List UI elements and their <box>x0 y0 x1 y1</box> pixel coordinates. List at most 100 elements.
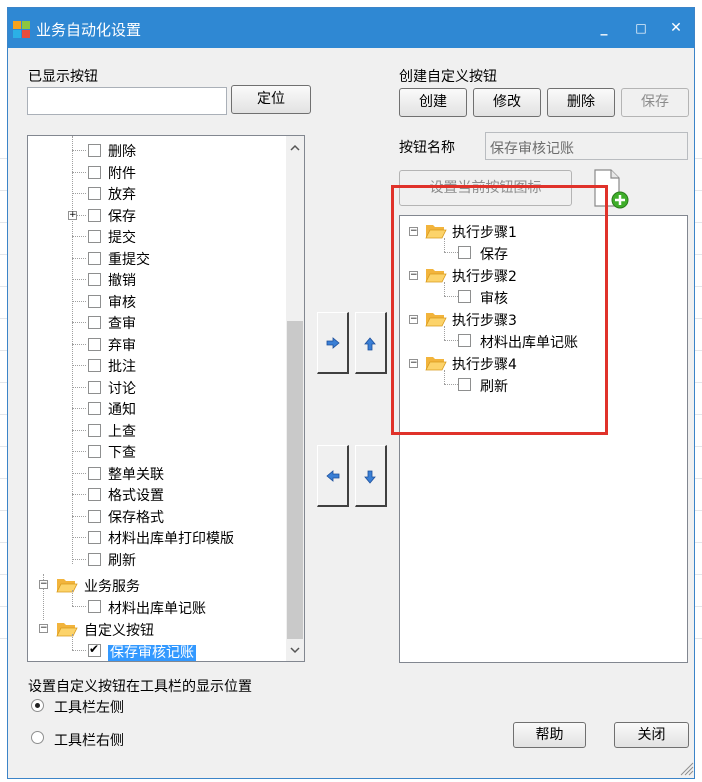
selected-item-label: 保存审核记账 <box>108 645 196 661</box>
checkbox[interactable] <box>88 402 101 415</box>
checkbox[interactable] <box>88 380 101 394</box>
collapse-custom-icon[interactable]: − <box>39 624 48 633</box>
checkbox[interactable] <box>88 187 101 200</box>
radio-left[interactable] <box>31 699 44 712</box>
arrow-right-icon <box>326 337 340 349</box>
title-bar[interactable]: 业务自动化设置 _ □ ✕ <box>8 8 694 48</box>
tree-guide <box>72 386 86 388</box>
tree-item-material-posting[interactable]: 材料出库单记账 <box>108 598 206 619</box>
tree-scrollbar[interactable] <box>286 136 304 661</box>
checkbox[interactable] <box>88 251 101 265</box>
folder-open-icon <box>56 623 78 637</box>
checkbox[interactable] <box>88 466 101 480</box>
position-label: 设置自定义按钮在工具栏的显示位置 <box>28 679 252 695</box>
tree-guide <box>72 558 86 560</box>
arrow-up-icon <box>364 337 376 351</box>
radio-right[interactable] <box>31 731 44 744</box>
tree-guide <box>72 193 86 194</box>
tree-guide <box>72 537 86 538</box>
checkbox[interactable] <box>88 423 101 437</box>
tree-item[interactable]: 讨论 <box>108 378 136 399</box>
tree-item[interactable]: 下查 <box>108 442 136 463</box>
tree-item[interactable]: 通知 <box>108 399 136 420</box>
tree-item[interactable]: 弃审 <box>108 335 136 356</box>
checkbox[interactable] <box>88 337 101 351</box>
modify-button[interactable]: 修改 <box>473 88 541 117</box>
radio-left-label[interactable]: 工具栏左侧 <box>54 697 124 717</box>
tree-item[interactable]: 材料出库单打印模版 <box>108 528 234 549</box>
tree-guide <box>72 634 73 650</box>
move-left-button[interactable] <box>317 445 349 507</box>
checkbox[interactable] <box>88 445 101 458</box>
checkbox[interactable] <box>88 294 101 308</box>
move-down-button[interactable] <box>355 445 387 507</box>
maximize-button[interactable]: □ <box>628 16 654 40</box>
collapse-business-icon[interactable]: − <box>39 580 48 589</box>
shown-buttons-tree[interactable]: 删除 附件 放弃 + 保存 提交 重提交 撤销 审核 查审 弃审 批注 讨论 通知 上查 下查 整单关联 格式设置… <box>27 135 305 662</box>
tree-guide <box>72 408 86 409</box>
scroll-thumb[interactable] <box>287 321 303 639</box>
tree-item[interactable]: 整单关联 <box>108 464 164 485</box>
tree-guide <box>72 322 86 323</box>
radio-right-label[interactable]: 工具栏右侧 <box>54 730 124 750</box>
app-icon <box>13 21 30 38</box>
checkbox[interactable] <box>88 208 101 222</box>
dialog-window: 业务自动化设置 _ □ ✕ 已显示按钮 定位 删除 附件 放弃 + 保存 提交 重提交 撤销审… <box>7 7 695 779</box>
tree-guide <box>72 451 86 452</box>
move-right-button[interactable] <box>317 312 349 374</box>
tree-item[interactable]: 查审 <box>108 313 136 334</box>
checkbox[interactable] <box>88 359 101 372</box>
tree-item[interactable]: 提交 <box>108 227 136 248</box>
checkbox[interactable] <box>88 316 101 329</box>
checkbox[interactable] <box>88 230 101 243</box>
locate-button[interactable]: 定位 <box>231 85 311 114</box>
tree-guide <box>72 365 86 366</box>
tree-item[interactable]: 格式设置 <box>108 485 164 506</box>
folder-open-icon <box>56 579 78 593</box>
move-up-button[interactable] <box>355 312 387 374</box>
button-name-field[interactable]: 保存审核记账 <box>485 132 688 160</box>
tree-guide <box>72 650 86 651</box>
tree-item[interactable]: 保存格式 <box>108 507 164 528</box>
checkbox[interactable] <box>88 165 101 179</box>
tree-item[interactable]: 附件 <box>108 163 136 184</box>
checkbox[interactable] <box>88 531 101 544</box>
tree-item[interactable]: 删除 <box>108 141 136 162</box>
help-button[interactable]: 帮助 <box>513 722 586 748</box>
tree-guide <box>72 590 73 606</box>
expand-icon[interactable]: + <box>68 210 77 220</box>
checkbox[interactable] <box>88 144 101 157</box>
scroll-up-icon[interactable] <box>290 144 300 152</box>
close-button[interactable]: 关闭 <box>614 722 689 748</box>
minimize-button[interactable]: _ <box>591 16 617 40</box>
tree-item-save-review-post[interactable]: 保存审核记账 <box>108 642 196 661</box>
tree-item[interactable]: 上查 <box>108 421 136 442</box>
checkbox[interactable] <box>88 273 101 286</box>
resize-grip-icon[interactable] <box>678 760 694 776</box>
tree-guide <box>72 279 86 280</box>
tree-item[interactable]: 重提交 <box>108 249 150 270</box>
create-button[interactable]: 创建 <box>399 88 467 117</box>
checkbox[interactable] <box>88 488 101 501</box>
tree-item[interactable]: 放弃 <box>108 184 136 205</box>
tree-item[interactable]: 批注 <box>108 356 136 377</box>
checkbox[interactable] <box>88 509 101 523</box>
scroll-down-icon[interactable] <box>290 646 300 654</box>
window-title: 业务自动化设置 <box>36 21 142 39</box>
tree-group-custom[interactable]: 自定义按钮 <box>84 620 154 641</box>
tree-group-business[interactable]: 业务服务 <box>84 576 140 597</box>
tree-item[interactable]: 刷新 <box>108 550 136 571</box>
checkbox[interactable] <box>88 600 101 613</box>
checkbox-checked[interactable] <box>88 642 101 657</box>
tree-item[interactable]: 保存 <box>108 206 136 227</box>
close-window-button[interactable]: ✕ <box>663 16 689 40</box>
shown-buttons-label: 已显示按钮 <box>28 69 98 85</box>
highlight-box <box>391 185 608 435</box>
tree-guide <box>72 171 86 173</box>
tree-item[interactable]: 撤销 <box>108 270 136 291</box>
search-input[interactable] <box>27 87 227 115</box>
tree-item[interactable]: 审核 <box>108 292 136 313</box>
save-button[interactable]: 保存 <box>621 88 689 117</box>
checkbox[interactable] <box>88 552 101 566</box>
delete-button[interactable]: 删除 <box>547 88 615 117</box>
